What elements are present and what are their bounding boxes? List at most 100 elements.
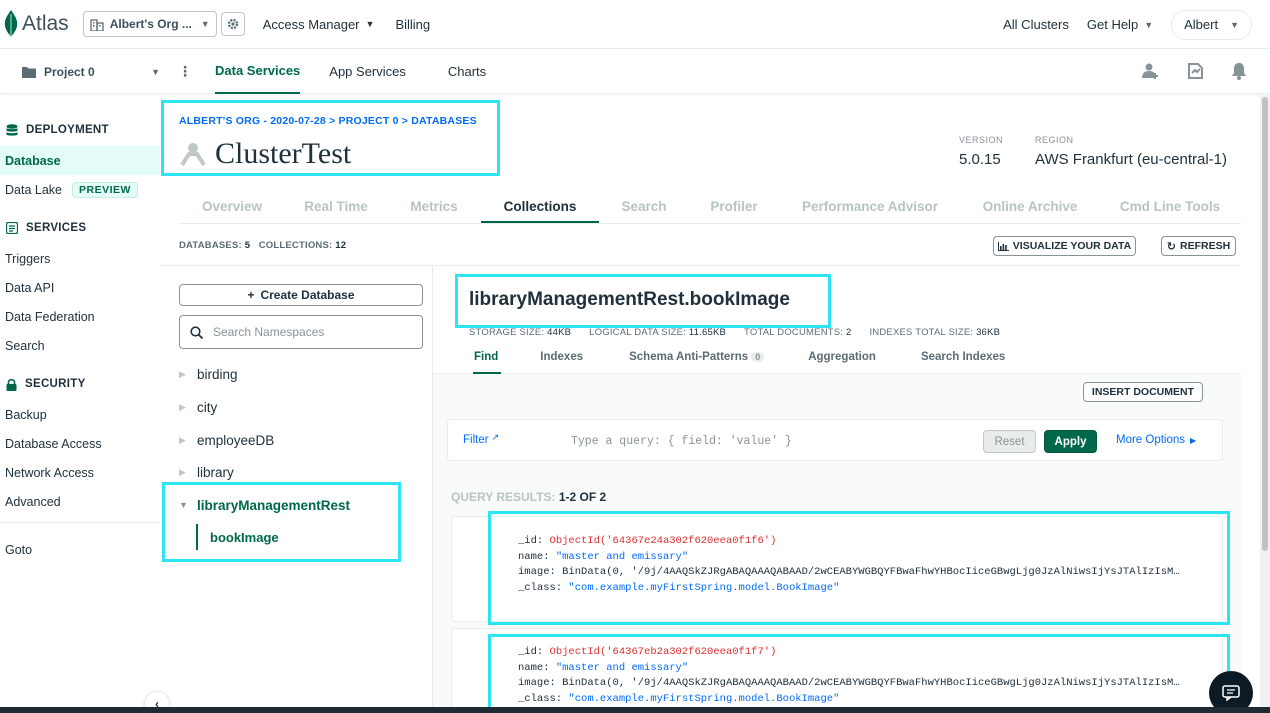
project-options-icon[interactable]: ⋮ bbox=[178, 63, 192, 80]
insert-document-button[interactable]: INSERT DOCUMENT bbox=[1082, 382, 1203, 402]
section-label: SECURITY bbox=[25, 378, 86, 390]
sidebar-divider bbox=[0, 522, 160, 523]
collection-panel: libraryManagementRest.bookImage STORAGE … bbox=[433, 265, 1241, 713]
logo-text: Atlas bbox=[22, 12, 69, 35]
tab-online-archive[interactable]: Online Archive bbox=[961, 191, 1099, 223]
tab-indexes[interactable]: Indexes bbox=[529, 348, 605, 374]
collection-header: libraryManagementRest.bookImage STORAGE … bbox=[433, 266, 1241, 374]
activity-feed-icon[interactable] bbox=[1186, 62, 1204, 80]
refresh-button[interactable]: ↻ REFRESH bbox=[1161, 236, 1236, 256]
version-label: VERSION bbox=[959, 135, 1004, 145]
sidebar-item-label: Data Federation bbox=[5, 309, 95, 324]
stat-value: 11.65KB bbox=[688, 327, 727, 338]
plus-icon: + bbox=[247, 288, 255, 302]
tab-collections[interactable]: Collections bbox=[481, 191, 599, 223]
tab-app-services[interactable]: App Services bbox=[329, 50, 406, 94]
button-label: INSERT DOCUMENT bbox=[1091, 386, 1194, 398]
version-block: VERSION 5.0.15 bbox=[959, 135, 1003, 168]
sidebar-item-backup[interactable]: Backup bbox=[0, 400, 47, 429]
bell-icon[interactable] bbox=[1230, 62, 1248, 80]
database-item-employeedb[interactable]: ▶ employeeDB bbox=[179, 428, 274, 452]
get-help-menu[interactable]: Get Help ▼ bbox=[1087, 17, 1153, 32]
more-options-link[interactable]: More Options ▶ bbox=[1116, 434, 1196, 446]
tab-label: App Services bbox=[329, 64, 406, 79]
database-item-city[interactable]: ▶ city bbox=[179, 395, 217, 419]
security-section-header: SECURITY bbox=[0, 373, 86, 395]
sidebar-item-data-federation[interactable]: Data Federation bbox=[0, 302, 95, 331]
filter-query-input[interactable]: Type a query: { field: 'value' } bbox=[571, 435, 792, 448]
billing-link[interactable]: Billing bbox=[395, 17, 430, 32]
collections-count: 12 bbox=[335, 240, 347, 251]
tab-label: Aggregation bbox=[808, 351, 876, 363]
sidebar-item-triggers[interactable]: Triggers bbox=[0, 244, 50, 273]
org-settings-button[interactable] bbox=[220, 12, 245, 36]
tab-real-time[interactable]: Real Time bbox=[285, 191, 387, 223]
get-help-label: Get Help bbox=[1086, 17, 1139, 32]
tab-data-services[interactable]: Data Services bbox=[215, 50, 301, 94]
region-block: REGION AWS Frankfurt (eu-central-1) bbox=[1035, 135, 1227, 168]
atlas-logo[interactable]: Atlas bbox=[4, 10, 69, 38]
tab-performance-advisor[interactable]: Performance Advisor bbox=[779, 191, 961, 223]
sidebar-item-database-access[interactable]: Database Access bbox=[0, 429, 102, 458]
project-selector[interactable]: Project 0 ▼ bbox=[22, 65, 160, 79]
section-label: DEPLOYMENT bbox=[26, 124, 109, 136]
tab-label: Profiler bbox=[710, 199, 758, 214]
region-label: REGION bbox=[1035, 135, 1074, 145]
database-item-library[interactable]: ▶ library bbox=[179, 460, 234, 484]
sidebar-item-data-api[interactable]: Data API bbox=[0, 273, 54, 302]
caret-right-icon: ▶ bbox=[1190, 435, 1197, 445]
tab-cmd-line-tools[interactable]: Cmd Line Tools bbox=[1099, 191, 1241, 223]
count-badge: 0 bbox=[751, 352, 765, 362]
more-options-label: More Options bbox=[1116, 434, 1186, 446]
tab-find[interactable]: Find bbox=[457, 348, 529, 374]
tab-search-indexes[interactable]: Search Indexes bbox=[898, 348, 1021, 374]
filter-link[interactable]: Filter ↗ bbox=[463, 432, 499, 447]
chevron-right-icon: ▶ bbox=[179, 401, 186, 412]
tab-aggregation[interactable]: Aggregation bbox=[786, 348, 898, 374]
all-clusters-label: All Clusters bbox=[1003, 17, 1069, 32]
query-results-label: QUERY RESULTS: 1-2 OF 2 bbox=[451, 490, 606, 504]
tab-overview[interactable]: Overview bbox=[179, 191, 285, 223]
highlight-box bbox=[455, 274, 831, 328]
user-menu[interactable]: Albert ▼ bbox=[1171, 9, 1252, 40]
deployment-section-header: DEPLOYMENT bbox=[0, 119, 109, 141]
tab-schema-anti-patterns[interactable]: Schema Anti-Patterns 0 bbox=[605, 348, 786, 374]
reset-button[interactable]: Reset bbox=[983, 430, 1036, 453]
tab-label: Find bbox=[474, 351, 499, 363]
highlight-box bbox=[162, 482, 401, 562]
visualize-data-button[interactable]: VISUALIZE YOUR DATA bbox=[993, 236, 1136, 256]
tab-charts[interactable]: Charts bbox=[448, 50, 486, 94]
sidebar-item-advanced[interactable]: Advanced bbox=[0, 487, 61, 516]
tab-search[interactable]: Search bbox=[599, 191, 689, 223]
apply-button[interactable]: Apply bbox=[1044, 430, 1097, 453]
org-selector[interactable]: Albert's Org ... ▼ bbox=[82, 11, 217, 37]
project-bar: Project 0 ▼ ⋮ Data Services App Services… bbox=[0, 50, 1270, 94]
sidebar-item-label: Triggers bbox=[5, 251, 51, 266]
scrollbar-thumb[interactable] bbox=[1262, 97, 1268, 551]
stat-value: 2 bbox=[845, 327, 852, 338]
tab-profiler[interactable]: Profiler bbox=[689, 191, 779, 223]
sidebar-item-data-lake[interactable]: Data Lake PREVIEW bbox=[0, 175, 138, 204]
filter-label: Filter bbox=[463, 434, 489, 446]
search-placeholder: Search Namespaces bbox=[213, 325, 325, 339]
total-documents-stat: TOTAL DOCUMENTS: 2 bbox=[744, 327, 851, 338]
tab-label: Charts bbox=[447, 64, 487, 79]
database-name: city bbox=[197, 399, 218, 415]
tab-metrics[interactable]: Metrics bbox=[387, 191, 481, 223]
all-clusters-link[interactable]: All Clusters bbox=[1003, 17, 1069, 32]
sidebar-item-network-access[interactable]: Network Access bbox=[0, 458, 94, 487]
sidebar-item-goto[interactable]: Goto bbox=[0, 535, 32, 564]
database-name: birding bbox=[197, 366, 238, 382]
search-namespaces-input[interactable]: Search Namespaces bbox=[179, 315, 423, 349]
page-scrollbar[interactable] bbox=[1260, 95, 1270, 713]
sidebar-item-database[interactable]: Database bbox=[0, 146, 160, 175]
access-manager-menu[interactable]: Access Manager ▼ bbox=[263, 17, 375, 32]
tab-label: Overview bbox=[201, 199, 263, 214]
sidebar-item-search[interactable]: Search bbox=[0, 331, 45, 360]
create-database-button[interactable]: + Create Database bbox=[179, 284, 423, 306]
tab-label: Cmd Line Tools bbox=[1119, 199, 1221, 214]
database-item-birding[interactable]: ▶ birding bbox=[179, 362, 238, 386]
invite-user-icon[interactable] bbox=[1142, 62, 1160, 80]
collections-count-label: COLLECTIONS: bbox=[258, 240, 333, 251]
tab-label: Metrics bbox=[410, 199, 458, 214]
